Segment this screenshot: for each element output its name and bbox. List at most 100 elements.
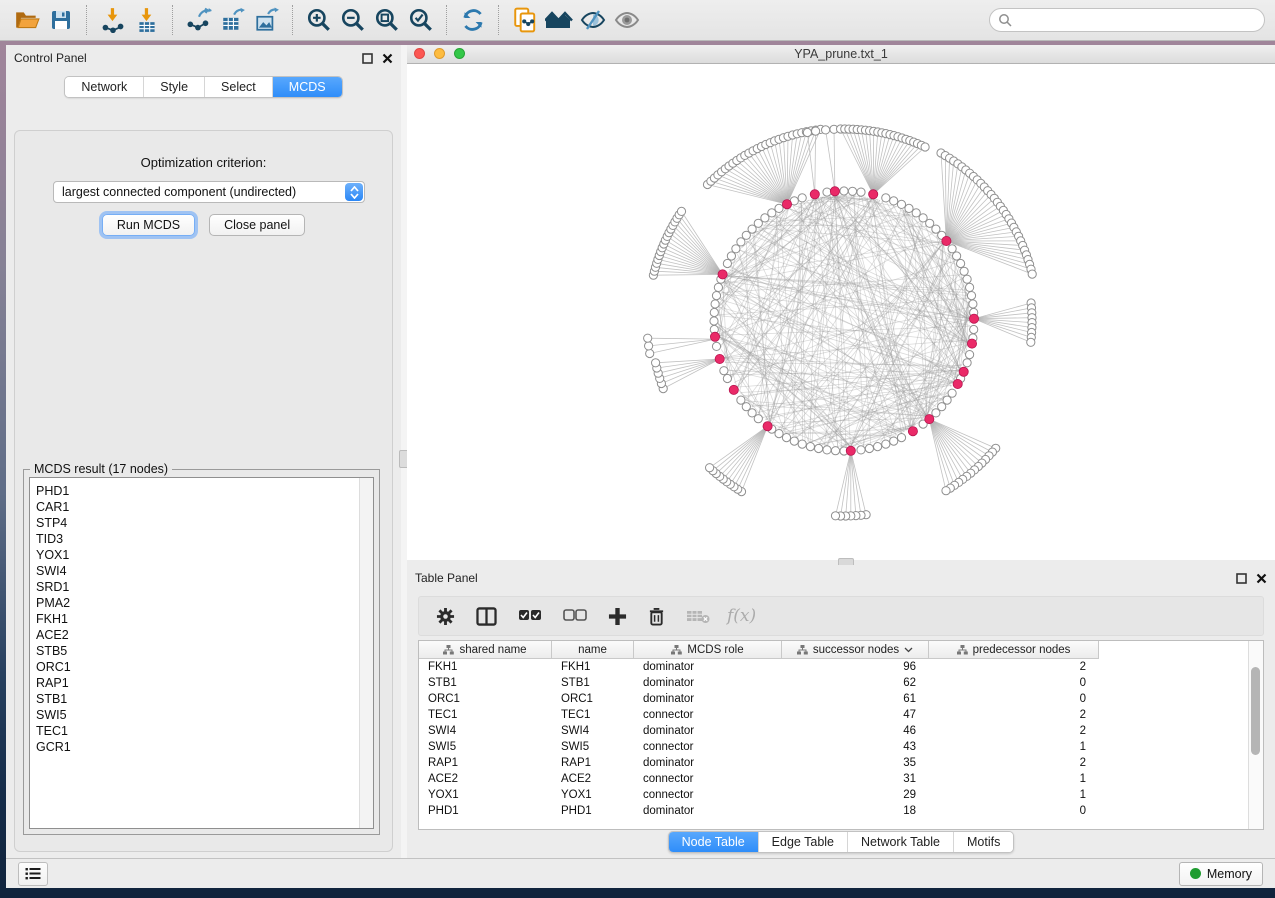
clone-network-button[interactable] bbox=[508, 4, 542, 36]
leaf-node[interactable] bbox=[812, 127, 820, 135]
leaf-node[interactable] bbox=[645, 342, 653, 350]
ring-node[interactable] bbox=[966, 351, 974, 359]
ring-node[interactable] bbox=[710, 308, 718, 316]
table-settings-button[interactable] bbox=[436, 607, 455, 626]
ring-node[interactable] bbox=[737, 396, 745, 404]
column-header-mcds-role[interactable]: MCDS role bbox=[634, 641, 782, 659]
close-panel-icon[interactable] bbox=[1256, 573, 1267, 584]
mcds-result-item[interactable]: PMA2 bbox=[36, 595, 359, 611]
show-columns-button[interactable] bbox=[476, 607, 497, 626]
mcds-hub-node[interactable] bbox=[967, 339, 976, 348]
export-image-button[interactable] bbox=[250, 4, 284, 36]
leaf-node[interactable] bbox=[831, 512, 839, 520]
table-row[interactable]: STB1STB1dominator620 bbox=[419, 675, 1248, 691]
mcds-hub-node[interactable] bbox=[782, 200, 791, 209]
float-panel-icon[interactable] bbox=[1236, 573, 1247, 584]
close-panel-button[interactable]: Close panel bbox=[209, 214, 305, 236]
ring-node[interactable] bbox=[775, 204, 783, 212]
mcds-hub-node[interactable] bbox=[810, 190, 819, 199]
leaf-node[interactable] bbox=[921, 143, 929, 151]
ring-node[interactable] bbox=[723, 374, 731, 382]
ring-node[interactable] bbox=[966, 283, 974, 291]
close-panel-icon[interactable] bbox=[382, 53, 393, 64]
mcds-hub-node[interactable] bbox=[729, 385, 738, 394]
select-all-button[interactable] bbox=[518, 609, 542, 623]
network-canvas[interactable] bbox=[407, 64, 1275, 560]
zoom-window-icon[interactable] bbox=[454, 48, 465, 59]
mcds-result-item[interactable]: PHD1 bbox=[36, 483, 359, 499]
ring-node[interactable] bbox=[798, 440, 806, 448]
ring-node[interactable] bbox=[768, 209, 776, 217]
export-network-button[interactable] bbox=[182, 4, 216, 36]
ring-node[interactable] bbox=[714, 283, 722, 291]
leaf-node[interactable] bbox=[942, 487, 950, 495]
mcds-hub-node[interactable] bbox=[925, 415, 934, 424]
ring-node[interactable] bbox=[775, 430, 783, 438]
open-session-button[interactable] bbox=[10, 4, 44, 36]
ring-node[interactable] bbox=[831, 447, 839, 455]
table-row[interactable]: ACE2ACE2connector311 bbox=[419, 771, 1248, 787]
mcds-hub-node[interactable] bbox=[869, 190, 878, 199]
leaf-node[interactable] bbox=[822, 126, 830, 134]
mcds-result-item[interactable]: STB5 bbox=[36, 643, 359, 659]
ring-node[interactable] bbox=[882, 440, 890, 448]
mcds-result-item[interactable]: SWI5 bbox=[36, 707, 359, 723]
leaf-node[interactable] bbox=[646, 349, 654, 357]
ring-node[interactable] bbox=[905, 204, 913, 212]
mcds-hub-node[interactable] bbox=[942, 236, 951, 245]
zoom-selected-button[interactable] bbox=[404, 4, 438, 36]
ring-node[interactable] bbox=[865, 444, 873, 452]
mcds-result-item[interactable]: SRD1 bbox=[36, 579, 359, 595]
mcds-hub-node[interactable] bbox=[830, 187, 839, 196]
tab-style[interactable]: Style bbox=[144, 77, 205, 97]
ring-node[interactable] bbox=[967, 292, 975, 300]
mcds-hub-node[interactable] bbox=[969, 314, 978, 323]
leaf-node[interactable] bbox=[1027, 338, 1035, 346]
table-tab-motifs[interactable]: Motifs bbox=[954, 832, 1013, 852]
mcds-result-item[interactable]: ORC1 bbox=[36, 659, 359, 675]
mcds-result-item[interactable]: RAP1 bbox=[36, 675, 359, 691]
leaf-node[interactable] bbox=[1028, 270, 1036, 278]
ring-node[interactable] bbox=[710, 317, 718, 325]
table-row[interactable]: FKH1FKH1dominator962 bbox=[419, 659, 1248, 675]
table-row[interactable]: YOX1YOX1connector291 bbox=[419, 787, 1248, 803]
ring-node[interactable] bbox=[932, 409, 940, 417]
ring-node[interactable] bbox=[798, 194, 806, 202]
mcds-result-item[interactable]: SWI4 bbox=[36, 563, 359, 579]
table-row[interactable]: ORC1ORC1dominator610 bbox=[419, 691, 1248, 707]
export-table-button[interactable] bbox=[216, 4, 250, 36]
column-header-shared-name[interactable]: shared name bbox=[419, 641, 552, 659]
table-row[interactable]: SWI4SWI4dominator462 bbox=[419, 723, 1248, 739]
ring-node[interactable] bbox=[857, 446, 865, 454]
ring-node[interactable] bbox=[960, 267, 968, 275]
ring-node[interactable] bbox=[874, 443, 882, 451]
mcds-result-item[interactable]: STB1 bbox=[36, 691, 359, 707]
table-row[interactable]: PHD1PHD1dominator180 bbox=[419, 803, 1248, 819]
mcds-result-item[interactable]: FKH1 bbox=[36, 611, 359, 627]
mcds-hub-node[interactable] bbox=[718, 270, 727, 279]
ring-node[interactable] bbox=[806, 443, 814, 451]
mcds-hub-node[interactable] bbox=[846, 446, 855, 455]
ring-node[interactable] bbox=[823, 446, 831, 454]
run-mcds-button[interactable]: Run MCDS bbox=[102, 214, 195, 236]
table-tab-edge-table[interactable]: Edge Table bbox=[759, 832, 848, 852]
criterion-select[interactable]: largest connected component (undirected) bbox=[53, 181, 365, 203]
ring-node[interactable] bbox=[712, 292, 720, 300]
mcds-list-scrollbar[interactable] bbox=[359, 478, 373, 828]
column-header-predecessor-nodes[interactable]: predecessor nodes bbox=[929, 641, 1099, 659]
ring-node[interactable] bbox=[823, 188, 831, 196]
ring-node[interactable] bbox=[857, 188, 865, 196]
network-window-titlebar[interactable]: YPA_prune.txt_1 bbox=[407, 45, 1275, 64]
table-tab-network-table[interactable]: Network Table bbox=[848, 832, 954, 852]
float-panel-icon[interactable] bbox=[362, 53, 373, 64]
ring-node[interactable] bbox=[897, 434, 905, 442]
import-network-button[interactable] bbox=[96, 4, 130, 36]
first-neighbors-button[interactable] bbox=[542, 4, 576, 36]
ring-node[interactable] bbox=[727, 252, 735, 260]
ring-node[interactable] bbox=[815, 444, 823, 452]
mcds-hub-node[interactable] bbox=[959, 367, 968, 376]
table-row[interactable]: TEC1TEC1connector472 bbox=[419, 707, 1248, 723]
table-row[interactable]: RAP1RAP1dominator352 bbox=[419, 755, 1248, 771]
column-header-successor-nodes[interactable]: successor nodes bbox=[782, 641, 929, 659]
ring-node[interactable] bbox=[897, 200, 905, 208]
